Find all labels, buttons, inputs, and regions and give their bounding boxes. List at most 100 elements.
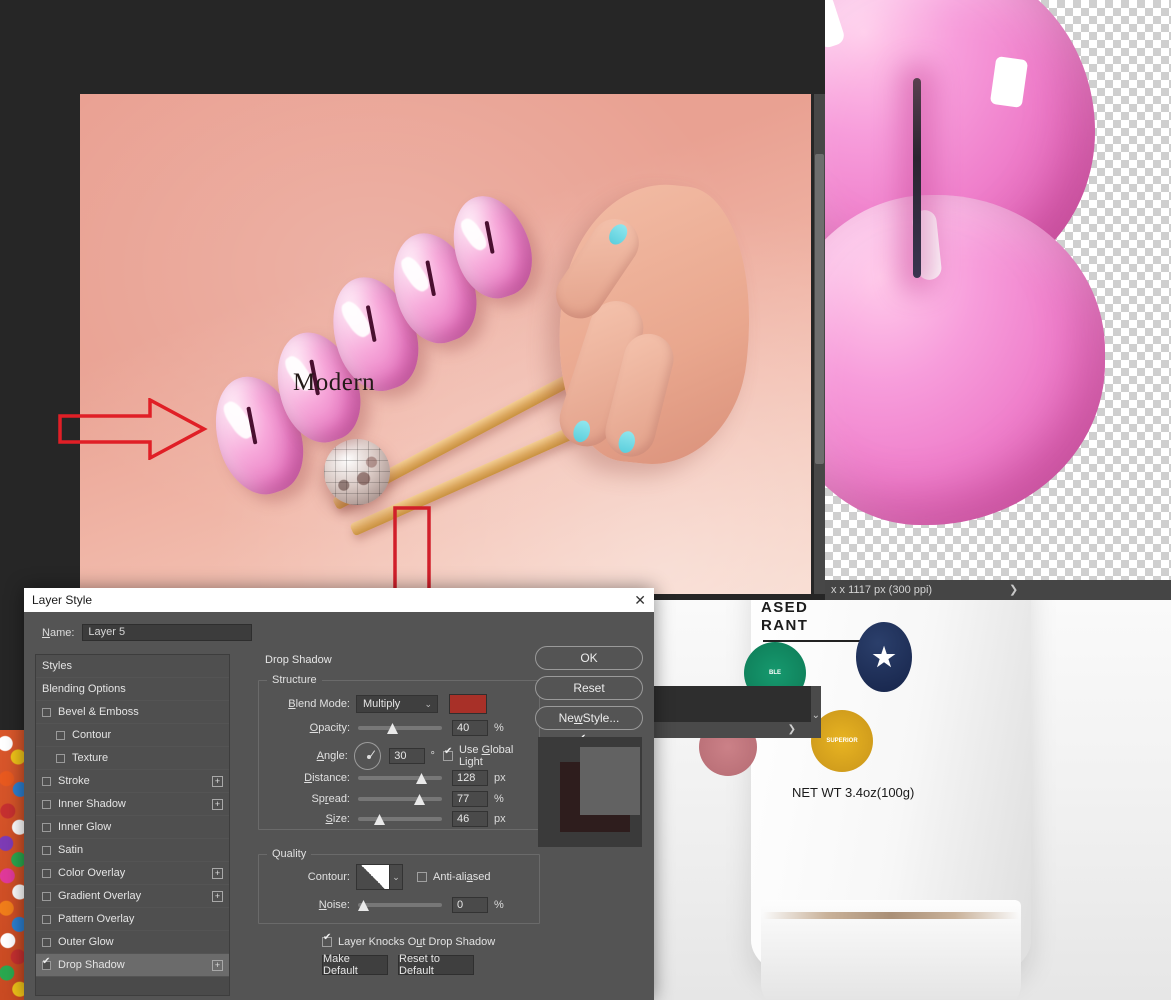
layer-name-input[interactable]: Layer 5	[82, 624, 253, 641]
quality-legend: Quality	[267, 848, 312, 860]
contour-curve-graphic	[357, 865, 389, 889]
style-list-item-satin[interactable]: Satin	[36, 839, 229, 862]
contour-swatch[interactable]	[356, 864, 390, 890]
opacity-label: Opacity:	[309, 722, 350, 734]
canvas-vertical-scrollbar[interactable]	[814, 94, 825, 594]
scrollbar-thumb[interactable]	[815, 154, 824, 464]
gumball-image-strip	[0, 730, 26, 1000]
spread-row: Spread: 77 %	[258, 791, 504, 807]
distance-input[interactable]: 128	[452, 770, 488, 786]
add-effect-icon[interactable]: +	[212, 960, 223, 971]
style-enable-checkbox[interactable]	[42, 937, 51, 947]
add-effect-icon[interactable]: +	[212, 891, 223, 902]
style-list-item-label: Styles	[42, 660, 72, 672]
spread-input[interactable]: 77	[452, 791, 488, 807]
knockout-checkbox[interactable]	[322, 933, 332, 947]
zoom-panel-status-bar: x x 1117 px (300 ppi) ❯	[825, 580, 1171, 600]
anti-aliased-checkbox[interactable]	[417, 872, 427, 882]
artwork-headline: Modern	[293, 369, 376, 396]
letter-highlight	[989, 56, 1029, 108]
style-enable-checkbox[interactable]	[56, 730, 65, 740]
styles-list[interactable]: Styles Blending Options Bevel & Emboss Cont…	[35, 654, 230, 996]
distance-unit: px	[494, 772, 506, 784]
style-list-item-label: Satin	[58, 844, 84, 856]
style-list-item-styles[interactable]: Styles	[36, 655, 229, 678]
style-enable-checkbox[interactable]	[42, 891, 51, 901]
add-effect-icon[interactable]: +	[212, 868, 223, 879]
new-style-button[interactable]: Ne w Style...	[535, 706, 643, 730]
use-global-light-checkbox[interactable]	[442, 747, 453, 761]
style-enable-checkbox[interactable]	[42, 845, 51, 855]
product-bottle-seam	[763, 912, 1019, 919]
style-enable-checkbox[interactable]	[42, 707, 51, 717]
effect-preview-thumbnail	[538, 737, 642, 847]
contour-dropdown-arrow[interactable]: ⌄	[390, 864, 403, 890]
use-global-light-row[interactable]: Use Global Light	[442, 744, 538, 768]
style-list-item-gradient-overlay[interactable]: Gradient Overlay +	[36, 885, 229, 908]
style-enable-checkbox[interactable]	[42, 776, 51, 786]
size-unit: px	[494, 813, 506, 825]
close-icon[interactable]: ✕	[634, 591, 646, 609]
ok-button[interactable]: OK	[535, 646, 643, 670]
opacity-unit: %	[494, 722, 504, 734]
document-canvas[interactable]: Modern	[80, 94, 811, 594]
opacity-slider[interactable]	[358, 721, 442, 735]
product-net-weight: NET WT 3.4oz(100g)	[792, 785, 915, 800]
style-list-item-contour[interactable]: Contour	[36, 724, 229, 747]
style-list-item-inner-glow[interactable]: Inner Glow	[36, 816, 229, 839]
style-list-item-inner-shadow[interactable]: Inner Shadow +	[36, 793, 229, 816]
anti-aliased-row[interactable]: Anti-aliased	[417, 871, 491, 883]
reset-to-default-button[interactable]: Reset to Default	[398, 953, 474, 977]
shadow-color-swatch[interactable]	[449, 694, 487, 714]
chevron-down-icon[interactable]: ⌄	[812, 710, 820, 721]
size-row: Size: 46 px	[258, 811, 506, 827]
style-list-item-pattern-overlay[interactable]: Pattern Overlay	[36, 908, 229, 931]
panel-footer-chevron[interactable]: ❯	[788, 724, 796, 735]
style-enable-checkbox[interactable]	[42, 868, 51, 878]
style-list-item-texture[interactable]: Texture	[36, 747, 229, 770]
make-default-button[interactable]: Make Default	[322, 953, 388, 977]
style-enable-checkbox[interactable]	[42, 914, 51, 924]
style-list-item-color-overlay[interactable]: Color Overlay +	[36, 862, 229, 885]
reset-button[interactable]: Reset	[535, 676, 643, 700]
knockout-row[interactable]: Layer Knocks Out Drop Shadow	[322, 933, 495, 948]
badge-star: ★	[856, 622, 912, 692]
blend-mode-row: Blend Mode: Multiply ⌄	[258, 694, 540, 714]
noise-row: Noise: 0 %	[258, 897, 504, 913]
noise-input[interactable]: 0	[452, 897, 488, 913]
chevron-right-icon[interactable]: ❯	[1009, 580, 1018, 600]
size-slider[interactable]	[358, 812, 442, 826]
blend-mode-select[interactable]: Multiply ⌄	[356, 695, 438, 713]
add-effect-icon[interactable]: +	[212, 799, 223, 810]
fingernail	[616, 429, 638, 455]
angle-input[interactable]: 30	[389, 748, 425, 764]
zoomed-bubble-letter	[825, 0, 1145, 580]
style-list-item-stroke[interactable]: Stroke +	[36, 770, 229, 793]
style-enable-checkbox[interactable]	[42, 822, 51, 832]
size-label: Size:	[325, 813, 350, 825]
add-effect-icon[interactable]: +	[212, 776, 223, 787]
distance-slider[interactable]	[358, 771, 442, 785]
zoomed-letter-panel[interactable]	[825, 0, 1171, 580]
style-list-item-blending-options[interactable]: Blending Options	[36, 678, 229, 701]
opacity-input[interactable]: 40	[452, 720, 488, 736]
structure-legend: Structure	[267, 674, 322, 686]
dialog-title-bar[interactable]: Layer Style ✕	[24, 588, 654, 612]
name-row: Name: Layer 5	[42, 624, 253, 641]
slider-track	[358, 797, 442, 801]
spread-slider[interactable]	[358, 792, 442, 806]
angle-dial[interactable]	[353, 742, 382, 770]
contour-picker[interactable]: ⌄	[356, 864, 403, 890]
style-list-item-bevel-emboss[interactable]: Bevel & Emboss	[36, 701, 229, 724]
style-list-item-outer-glow[interactable]: Outer Glow	[36, 931, 229, 954]
style-enable-checkbox[interactable]	[42, 799, 51, 809]
style-list-item-drop-shadow[interactable]: Drop Shadow +	[36, 954, 229, 977]
style-enable-checkbox[interactable]	[42, 957, 51, 970]
slider-track	[358, 817, 442, 821]
angle-row: Angle: 30 ° Use Global Light	[258, 742, 538, 770]
size-input[interactable]: 46	[452, 811, 488, 827]
style-enable-checkbox[interactable]	[56, 753, 65, 763]
noise-slider[interactable]	[358, 898, 442, 912]
style-list-item-label: Gradient Overlay	[58, 890, 142, 902]
dialog-title: Layer Style	[32, 593, 93, 607]
